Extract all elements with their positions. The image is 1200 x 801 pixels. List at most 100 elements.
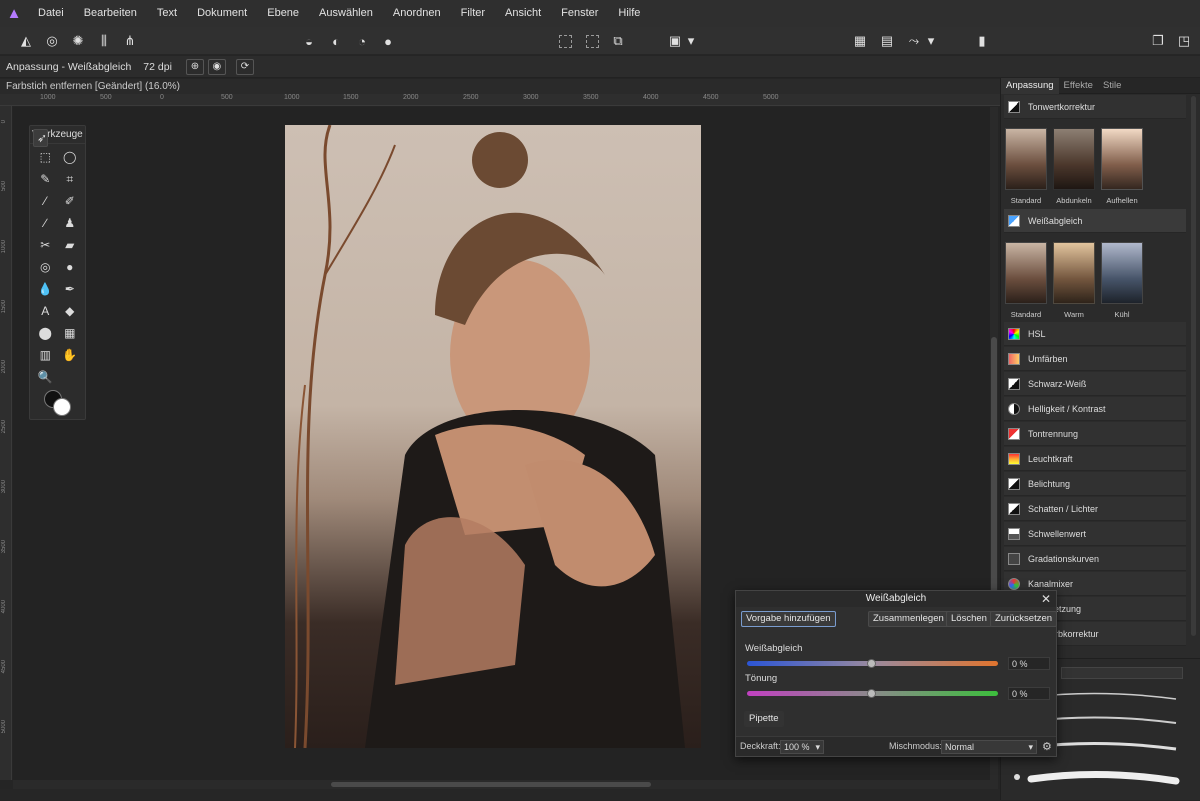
crosshair-icon[interactable]: ⊕	[185, 58, 204, 75]
ruler-label: 3000	[523, 94, 539, 101]
paint-brush-icon[interactable]: ✐	[58, 192, 83, 210]
tint-value[interactable]: 0 %	[1008, 687, 1050, 700]
liquify-persona-icon[interactable]: ◎	[42, 31, 62, 51]
pen-tool-icon[interactable]: ✒	[58, 280, 83, 298]
adjustment-curves[interactable]: Gradationskurven	[1004, 547, 1186, 571]
adjustment-brightness-contrast[interactable]: Helligkeit / Kontrast	[1004, 397, 1186, 421]
gear-icon[interactable]: ⚙	[1042, 740, 1052, 753]
dodge-tool-icon[interactable]: ●	[58, 258, 83, 276]
document-tab[interactable]: Farbstich entfernen [Geändert] (16.0%)	[0, 79, 1000, 94]
healing-brush-icon[interactable]: ✂	[33, 236, 58, 254]
color-swatches[interactable]	[44, 388, 74, 416]
perspective-icon[interactable]: ▥	[33, 346, 58, 364]
tint-slider-knob[interactable]	[867, 689, 876, 698]
secondary-color-swatch[interactable]	[53, 398, 71, 416]
develop-persona-icon[interactable]: ✺	[68, 31, 88, 51]
menu-document[interactable]: Dokument	[187, 0, 257, 27]
tone-mapping-persona-icon[interactable]: ⫼	[94, 31, 114, 51]
white-balance-value[interactable]: 0 %	[1008, 657, 1050, 670]
quick-mask-icon[interactable]: ▣	[665, 31, 685, 51]
tab-adjustments[interactable]: Anpassung	[1001, 77, 1059, 94]
view-icon[interactable]: ◉	[207, 58, 226, 75]
adjustment-vibrance[interactable]: Leuchtkraft	[1004, 447, 1186, 471]
preset-thumbnail[interactable]	[1101, 128, 1143, 190]
lasso-tool-icon[interactable]: ◯	[58, 148, 83, 166]
mesh-warp-icon[interactable]: ▦	[58, 324, 83, 342]
shape-tool-icon[interactable]: ⬤	[33, 324, 58, 342]
preset-thumbnail[interactable]	[1005, 242, 1047, 304]
preset-thumbnail[interactable]	[1053, 242, 1095, 304]
fullscreen-icon[interactable]: ◳	[1174, 31, 1194, 51]
photo-persona-icon[interactable]: ◭	[16, 31, 36, 51]
text-tool-icon[interactable]: A	[33, 302, 58, 320]
crop-tool-icon[interactable]: ⌗	[58, 170, 83, 188]
hand-tool-icon[interactable]: ✋	[58, 346, 83, 364]
eyedropper-tool-icon[interactable]: ⁄	[33, 192, 58, 210]
invert-selection-icon[interactable]	[586, 35, 599, 48]
blur-tool-icon[interactable]: 💧	[33, 280, 58, 298]
panel-scrollbar[interactable]	[1191, 96, 1196, 636]
preset-thumbnail[interactable]	[1101, 242, 1143, 304]
align-icon[interactable]: ▤	[877, 31, 897, 51]
selection-mode-icon[interactable]: ⧉	[608, 31, 628, 51]
quick-mask-dropdown-icon[interactable]: ▾	[685, 31, 697, 51]
adjustment-posterize[interactable]: Tontrennung	[1004, 422, 1186, 446]
adjustment-threshold[interactable]: Schwellenwert	[1004, 522, 1186, 546]
export-persona-icon[interactable]: ⋔	[120, 31, 140, 51]
blend-mode-select[interactable]: Normal ▾	[941, 740, 1037, 754]
menu-filter[interactable]: Filter	[451, 0, 495, 27]
transform-dropdown-icon[interactable]: ▾	[925, 31, 937, 51]
adjustment-levels[interactable]: Tonwertkorrektur	[1004, 95, 1186, 119]
adjustment-shadows-highlights[interactable]: Schatten / Lichter	[1004, 497, 1186, 521]
opacity-field[interactable]: 100 % ▾	[780, 740, 824, 754]
delete-button[interactable]: Löschen	[946, 611, 992, 627]
blemish-tool-icon[interactable]: ◎	[33, 258, 58, 276]
auto-white-balance-icon[interactable]: ●	[378, 31, 398, 51]
close-icon[interactable]: ✕	[1041, 591, 1051, 607]
zoom-tool-icon[interactable]: 🔍	[33, 368, 58, 386]
white-balance-slider-knob[interactable]	[867, 659, 876, 668]
adjustment-recolor[interactable]: Umfärben	[1004, 347, 1186, 371]
menu-view[interactable]: Ansicht	[495, 0, 551, 27]
menu-window[interactable]: Fenster	[551, 0, 608, 27]
eraser-tool-icon[interactable]: ▰	[58, 236, 83, 254]
adjustment-hsl[interactable]: HSL	[1004, 322, 1186, 346]
fill-tool-icon[interactable]: ◆	[58, 302, 83, 320]
menu-text[interactable]: Text	[147, 0, 187, 27]
auto-colors-icon[interactable]: ◔	[352, 31, 372, 51]
menu-file[interactable]: Datei	[28, 0, 74, 27]
reset-button[interactable]: Zurücksetzen	[990, 611, 1058, 627]
brush-tool-icon[interactable]: ∕	[33, 214, 58, 232]
auto-contrast-icon[interactable]: ◐	[326, 31, 346, 51]
separate-mode-icon[interactable]: ❐	[1148, 31, 1168, 51]
menu-layer[interactable]: Ebene	[257, 0, 309, 27]
snapping-icon[interactable]: ▦	[850, 31, 870, 51]
menu-arrange[interactable]: Anordnen	[383, 0, 451, 27]
menu-help[interactable]: Hilfe	[608, 0, 650, 27]
add-preset-button[interactable]: Vorgabe hinzufügen	[741, 611, 836, 627]
preset-thumbnail[interactable]	[1005, 128, 1047, 190]
refresh-icon[interactable]: ⟳	[235, 58, 254, 75]
tab-styles[interactable]: Stile	[1098, 78, 1126, 94]
scroll-thumb[interactable]	[331, 782, 651, 787]
preset-thumbnail[interactable]	[1053, 128, 1095, 190]
transform-icon[interactable]: ⤳	[904, 31, 924, 51]
pipette-button[interactable]: Pipette	[744, 711, 784, 727]
document-photo[interactable]	[285, 125, 701, 748]
adjustment-white-balance[interactable]: Weißabgleich	[1004, 209, 1186, 233]
marquee-select-icon[interactable]	[559, 35, 572, 48]
clone-tool-icon[interactable]: ♟	[58, 214, 83, 232]
assistant-icon[interactable]: ▮	[972, 31, 992, 51]
move-tool-icon[interactable]: ➶	[33, 129, 49, 147]
auto-levels-icon[interactable]: ◒	[299, 31, 319, 51]
tab-effects[interactable]: Effekte	[1059, 78, 1098, 94]
merge-button[interactable]: Zusammenlegen	[868, 611, 949, 627]
adjustment-exposure[interactable]: Belichtung	[1004, 472, 1186, 496]
menu-select[interactable]: Auswählen	[309, 0, 383, 27]
main-toolbar: ◭ ◎ ✺ ⫼ ⋔ ◒ ◐ ◔ ● ⧉ ▣ ▾ ▦ ▤ ⤳ ▾ ▮ ❐ ◳	[0, 27, 1200, 55]
marquee-tool-icon[interactable]: ⬚	[33, 148, 58, 166]
adjustment-black-white[interactable]: Schwarz-Weiß	[1004, 372, 1186, 396]
selection-brush-icon[interactable]: ✎	[33, 170, 58, 188]
canvas-horizontal-scrollbar[interactable]	[13, 780, 998, 789]
menu-edit[interactable]: Bearbeiten	[74, 0, 147, 27]
